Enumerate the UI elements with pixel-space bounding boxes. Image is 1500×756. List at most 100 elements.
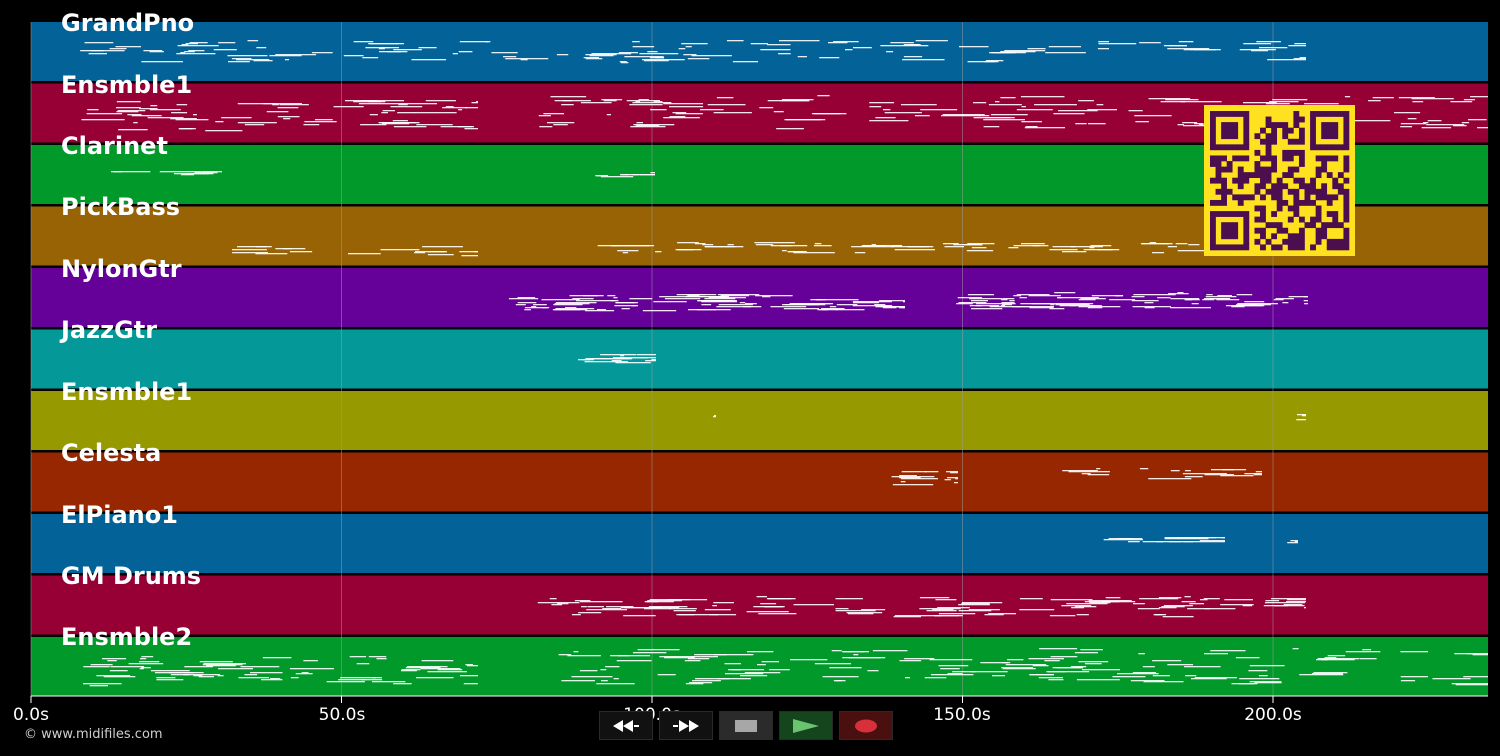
note [1052, 667, 1084, 669]
qr-module [1210, 111, 1216, 117]
note [1151, 252, 1165, 254]
time-tick-label: 50.0s [318, 705, 366, 725]
qr-module [1226, 166, 1233, 173]
note [437, 669, 463, 671]
note [1184, 596, 1191, 598]
qr-module [1232, 144, 1239, 151]
qr-module [1310, 133, 1316, 140]
note [659, 296, 701, 298]
qr-module [1265, 238, 1272, 245]
note [1088, 123, 1106, 125]
note [1294, 541, 1298, 543]
note [150, 105, 158, 107]
note [546, 122, 575, 124]
note [817, 95, 830, 97]
note [1148, 478, 1192, 480]
note [924, 677, 947, 679]
note [1096, 468, 1101, 470]
note [461, 255, 478, 257]
rewind-button[interactable] [599, 711, 653, 740]
note [712, 605, 718, 607]
qr-module [1232, 127, 1239, 134]
note [1463, 99, 1475, 101]
note [1288, 45, 1306, 47]
qr-module [1293, 244, 1300, 251]
note [1162, 616, 1194, 618]
note [238, 677, 270, 679]
qr-module [1271, 166, 1278, 173]
note [915, 40, 948, 42]
qr-module [1326, 222, 1333, 229]
qr-module [1343, 194, 1350, 201]
note [713, 112, 752, 114]
note [1004, 50, 1046, 52]
note [1184, 666, 1221, 668]
note [900, 481, 906, 483]
qr-module [1293, 138, 1300, 145]
note [502, 56, 517, 58]
play-button[interactable] [779, 711, 833, 740]
note [1028, 658, 1065, 660]
note [255, 253, 288, 255]
record-button[interactable] [839, 711, 893, 740]
note [1131, 296, 1145, 298]
note [459, 251, 478, 253]
note [1463, 676, 1488, 678]
note [836, 304, 858, 306]
qr-module [1332, 211, 1339, 217]
note [1264, 602, 1306, 604]
note [458, 51, 473, 53]
qr-module [1310, 177, 1316, 184]
note [421, 660, 454, 662]
track-label-5: NylonGtr [61, 255, 182, 283]
note [606, 114, 612, 116]
note [944, 246, 965, 248]
note [393, 683, 412, 685]
qr-module [1304, 199, 1311, 206]
note [687, 58, 710, 60]
qr-module [1343, 199, 1350, 206]
note [1078, 661, 1109, 663]
note [393, 49, 422, 51]
qr-module [1321, 227, 1328, 234]
note [1236, 294, 1253, 296]
note [553, 124, 568, 126]
note [698, 296, 727, 298]
qr-code[interactable] [1204, 105, 1355, 256]
note [600, 354, 637, 356]
note [1032, 665, 1049, 667]
fast-forward-button[interactable] [659, 711, 713, 740]
note [1168, 293, 1189, 295]
copyright-text: © www.midifiles.com [24, 727, 163, 742]
note [971, 308, 1003, 310]
note [128, 663, 164, 665]
qr-module [1226, 211, 1233, 217]
note [1170, 298, 1200, 300]
note [791, 303, 831, 305]
qr-module [1210, 199, 1216, 206]
qr-module [1315, 211, 1322, 217]
note [880, 45, 890, 47]
qr-module [1237, 194, 1244, 201]
qr-module [1293, 177, 1300, 184]
qr-module [1310, 244, 1316, 251]
note [867, 670, 879, 672]
note [1304, 303, 1308, 305]
note [869, 106, 882, 108]
note [1076, 614, 1089, 616]
stop-button[interactable] [719, 711, 773, 740]
note [176, 104, 188, 106]
note [188, 50, 205, 52]
note [1009, 300, 1015, 302]
note [650, 172, 655, 174]
note [597, 245, 619, 247]
note [256, 47, 267, 49]
qr-module [1337, 188, 1344, 195]
track-label-6: JazzGtr [61, 316, 158, 344]
note [1317, 658, 1360, 660]
note [1237, 303, 1278, 305]
note [505, 58, 549, 60]
qr-module [1287, 188, 1294, 195]
qr-module [1343, 177, 1350, 184]
note [1407, 118, 1417, 120]
